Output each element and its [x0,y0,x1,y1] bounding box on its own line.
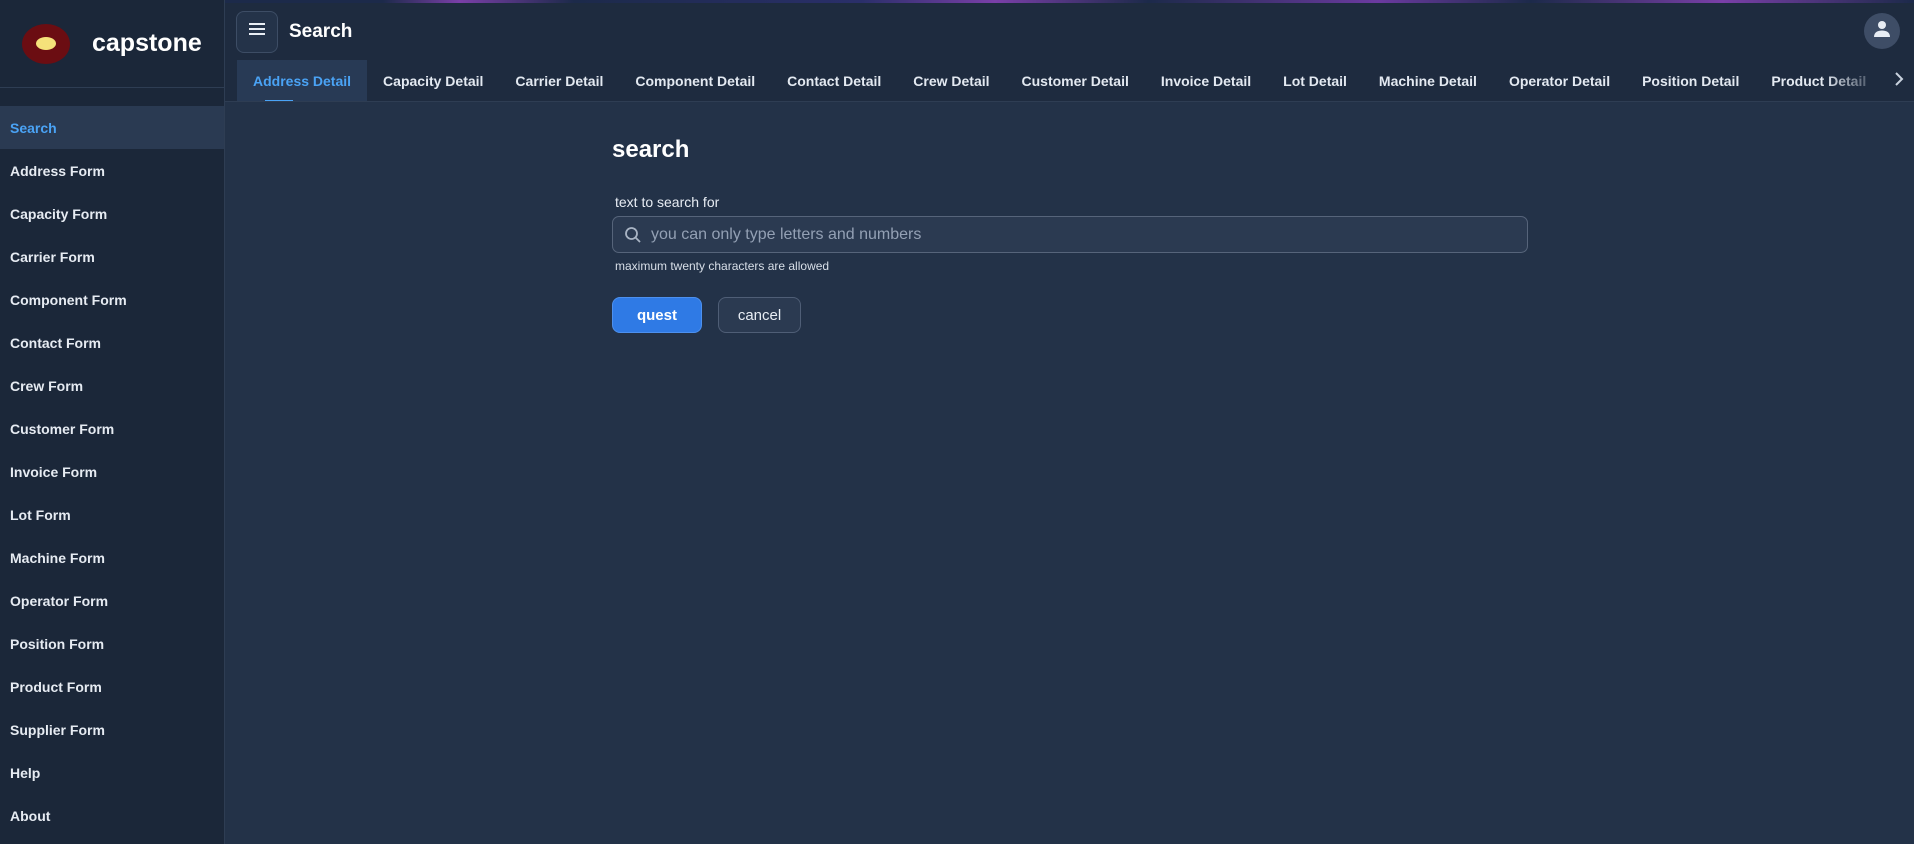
tab-machine-detail[interactable]: Machine Detail [1363,60,1493,101]
tab-customer-detail[interactable]: Customer Detail [1006,60,1145,101]
search-icon [624,226,642,244]
sidebar-item-component-form[interactable]: Component Form [0,278,224,321]
search-input[interactable] [651,219,1527,250]
sidebar-item-carrier-form[interactable]: Carrier Form [0,235,224,278]
tab-list: Address Detail Capacity Detail Carrier D… [237,60,1914,101]
brand[interactable]: capstone [0,0,224,88]
menu-button[interactable] [236,10,278,53]
sidebar-item-lot-form[interactable]: Lot Form [0,493,224,536]
form-title: search [612,136,690,163]
tab-component-detail[interactable]: Component Detail [619,60,771,101]
sidebar-item-capacity-form[interactable]: Capacity Form [0,192,224,235]
form-actions: quest cancel [612,297,1528,333]
sidebar-item-invoice-form[interactable]: Invoice Form [0,450,224,493]
tab-carrier-detail[interactable]: Carrier Detail [499,60,619,101]
tab-contact-detail[interactable]: Contact Detail [771,60,897,101]
user-avatar-button[interactable] [1864,13,1900,49]
search-form: search text to search for maximum twenty… [612,136,1528,333]
sidebar-item-about[interactable]: About [0,794,224,837]
chevron-right-icon [1894,71,1904,91]
tab-lot-detail[interactable]: Lot Detail [1267,60,1363,101]
quest-button[interactable]: quest [612,297,702,333]
tab-bar: Address Detail Capacity Detail Carrier D… [225,60,1914,102]
sidebar-item-help[interactable]: Help [0,751,224,794]
search-field-label: text to search for [615,194,720,210]
sidebar-item-crew-form[interactable]: Crew Form [0,364,224,407]
page-title: Search [289,20,353,42]
cancel-button[interactable]: cancel [718,297,801,333]
tab-position-detail[interactable]: Position Detail [1626,60,1755,101]
tab-fade-overlay [1824,60,1884,101]
sidebar-item-contact-form[interactable]: Contact Form [0,321,224,364]
tab-crew-detail[interactable]: Crew Detail [897,60,1005,101]
sidebar-nav: Search Address Form Capacity Form Carrie… [0,106,224,837]
sidebar-item-customer-form[interactable]: Customer Form [0,407,224,450]
tab-scroll-right-button[interactable] [1884,60,1914,101]
sidebar-item-search[interactable]: Search [0,106,224,149]
tab-invoice-detail[interactable]: Invoice Detail [1145,60,1267,101]
sidebar-item-product-form[interactable]: Product Form [0,665,224,708]
sidebar-item-machine-form[interactable]: Machine Form [0,536,224,579]
sidebar-item-operator-form[interactable]: Operator Form [0,579,224,622]
sidebar-item-supplier-form[interactable]: Supplier Form [0,708,224,751]
sidebar-item-address-form[interactable]: Address Form [0,149,224,192]
sidebar-item-position-form[interactable]: Position Form [0,622,224,665]
tab-capacity-detail[interactable]: Capacity Detail [367,60,499,101]
app-header: Search [225,3,1914,60]
brand-name: capstone [92,29,202,57]
hamburger-icon [249,22,265,41]
tab-operator-detail[interactable]: Operator Detail [1493,60,1626,101]
tab-address-detail[interactable]: Address Detail [237,60,368,101]
search-field-hint: maximum twenty characters are allowed [615,259,830,273]
person-icon [1872,19,1892,44]
search-field[interactable] [612,216,1528,253]
sidebar: capstone Search Address Form Capacity Fo… [0,0,225,844]
capstone-logo-icon [22,23,70,64]
